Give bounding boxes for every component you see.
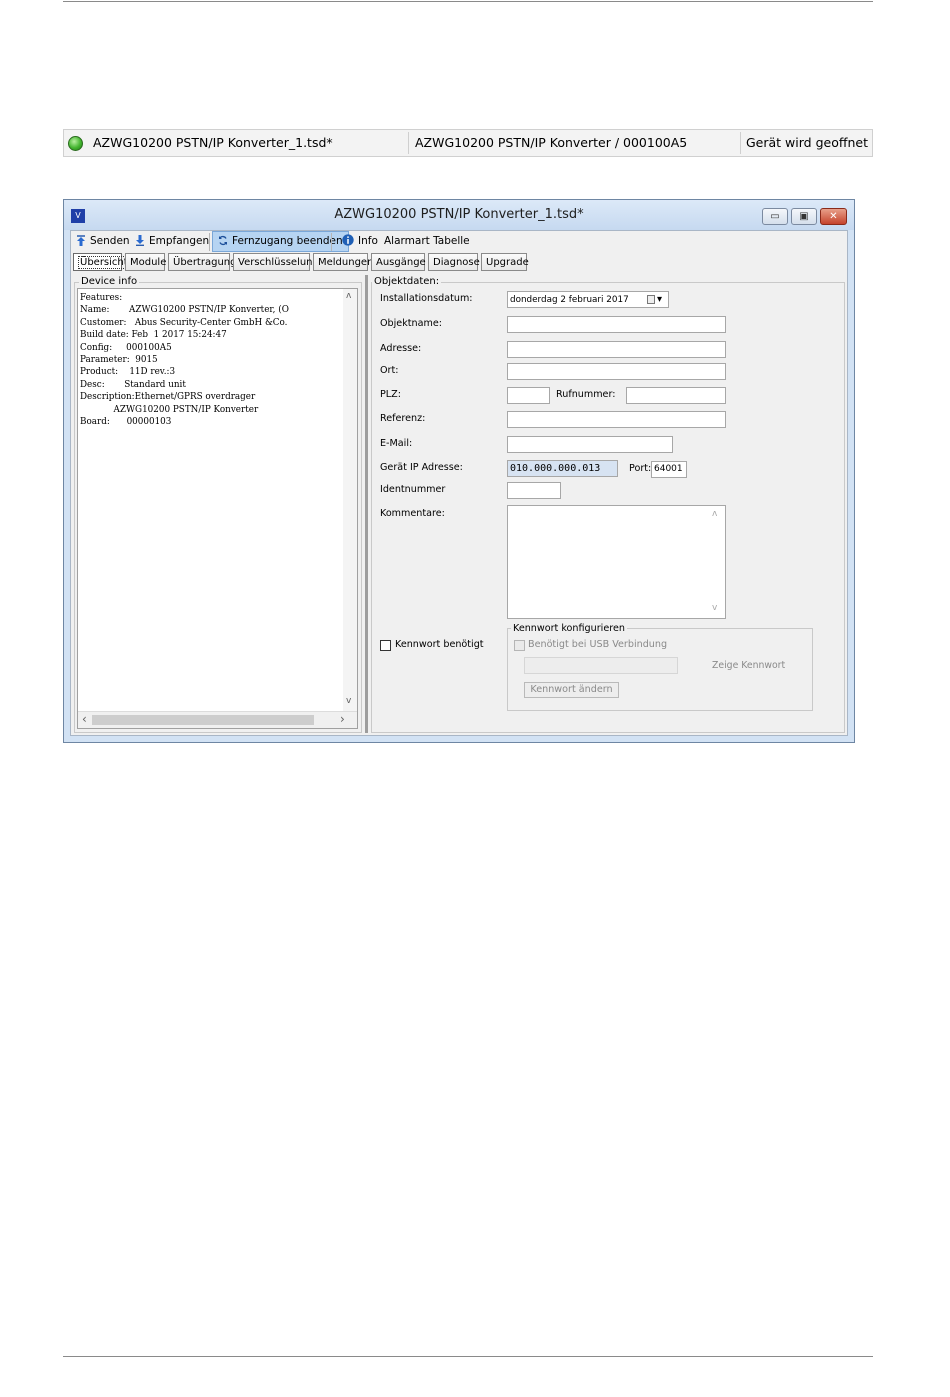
status-device: AZWG10200 PSTN/IP Konverter / 000100A5	[415, 135, 688, 150]
object-name-label: Objektname:	[380, 318, 442, 329]
city-field[interactable]	[507, 363, 726, 380]
object-name-field[interactable]	[507, 316, 726, 333]
scroll-left-icon[interactable]: ‹	[82, 712, 87, 726]
tab-verschluesselung[interactable]: Verschlüsselung	[233, 253, 319, 271]
info-button[interactable]: Info	[342, 231, 378, 252]
ident-number-field[interactable]	[507, 482, 561, 499]
tab-uebersicht[interactable]: Übersicht	[73, 253, 130, 271]
usb-required-checkbox[interactable]	[514, 640, 525, 651]
bottom-rule	[63, 1356, 873, 1357]
tab-uebertragung[interactable]: Übertragung	[168, 253, 236, 271]
ip-address-label: Gerät IP Adresse:	[380, 462, 463, 473]
alarm-table-button[interactable]: Alarmart Tabelle	[384, 231, 470, 252]
toolbar-separator	[209, 233, 210, 251]
phone-field[interactable]	[626, 387, 726, 404]
password-config-title: Kennwort konfigurieren	[511, 623, 627, 634]
tab-meldungen[interactable]: Meldungen	[313, 253, 373, 271]
address-field[interactable]	[507, 341, 726, 358]
usb-required-label: Benötigt bei USB Verbindung	[528, 639, 668, 650]
object-data-title: Objektdaten:	[372, 276, 442, 287]
receive-button[interactable]: Empfangen	[135, 231, 209, 252]
calendar-icon	[647, 295, 655, 304]
install-date-value: donderdag 2 februari 2017	[510, 295, 629, 305]
tab-module[interactable]: Module	[125, 253, 166, 271]
device-info-panel: Features: Name: AZWG10200 PSTN/IP Konver…	[77, 288, 358, 729]
tab-upgrade[interactable]: Upgrade	[481, 253, 529, 271]
password-required-label: Kennwort benötigt	[395, 639, 484, 650]
vertical-scrollbar[interactable]: ʌ v	[343, 289, 357, 712]
phone-label: Rufnummer:	[556, 389, 616, 400]
top-rule	[63, 1, 873, 2]
receive-label: Empfangen	[149, 235, 210, 247]
comments-textarea[interactable]: ʌ v	[507, 505, 726, 619]
zip-field[interactable]	[507, 387, 550, 404]
title-bar[interactable]: V AZWG10200 PSTN/IP Konverter_1.tsd* ▭ ▣…	[64, 200, 854, 230]
panel-splitter[interactable]	[365, 275, 368, 733]
status-bar: AZWG10200 PSTN/IP Konverter_1.tsd* AZWG1…	[63, 129, 873, 157]
window-client: Senden Empfangen Fernzugang beenden Info…	[70, 230, 848, 736]
city-label: Ort:	[380, 365, 399, 376]
horizontal-scrollbar[interactable]: ‹ ›	[78, 711, 357, 728]
scroll-up-icon[interactable]: ʌ	[346, 291, 351, 301]
scroll-down-icon[interactable]: v	[346, 696, 351, 706]
toolbar: Senden Empfangen Fernzugang beenden Info…	[71, 231, 847, 253]
end-remote-label: Fernzugang beenden	[232, 235, 343, 247]
refresh-icon	[219, 235, 227, 246]
toolbar-separator	[331, 233, 332, 251]
horizontal-scroll-thumb[interactable]	[92, 715, 314, 725]
password-field[interactable]	[524, 657, 678, 674]
ip-address-field[interactable]: 010.000.000.013	[507, 460, 618, 477]
reference-label: Referenz:	[380, 413, 426, 424]
info-label: Info	[358, 235, 378, 247]
install-date-label: Installationsdatum:	[380, 293, 473, 304]
window-title: AZWG10200 PSTN/IP Konverter_1.tsd*	[334, 207, 584, 222]
tab-ausgaenge[interactable]: Ausgänge	[371, 253, 426, 271]
comments-scroll-up-icon[interactable]: ʌ	[712, 507, 717, 522]
tab-diagnose[interactable]: Diagnose	[428, 253, 480, 271]
port-field[interactable]: 64001	[651, 461, 687, 478]
address-label: Adresse:	[380, 343, 422, 354]
send-button[interactable]: Senden	[76, 231, 130, 252]
chevron-down-icon: ▾	[657, 294, 663, 305]
device-info-title: Device info	[79, 276, 140, 287]
close-button[interactable]: ✕	[820, 208, 847, 225]
status-file-name: AZWG10200 PSTN/IP Konverter_1.tsd*	[93, 135, 333, 150]
change-password-button[interactable]: Kennwort ändern	[524, 682, 619, 698]
send-label: Senden	[90, 235, 130, 247]
maximize-button[interactable]: ▣	[791, 208, 817, 225]
password-required-checkbox[interactable]	[380, 640, 391, 651]
status-divider	[740, 132, 741, 154]
email-field[interactable]	[507, 436, 673, 453]
zip-label: PLZ:	[380, 389, 401, 400]
end-remote-button[interactable]: Fernzugang beenden	[212, 231, 349, 252]
status-text: Gerät wird geoffnet	[746, 135, 868, 150]
device-info-text: Features: Name: AZWG10200 PSTN/IP Konver…	[80, 293, 289, 428]
download-icon	[136, 235, 144, 246]
reference-field[interactable]	[507, 411, 726, 428]
show-password-label[interactable]: Zeige Kennwort	[712, 660, 785, 671]
port-label: Port:	[629, 463, 652, 474]
email-label: E-Mail:	[380, 438, 413, 449]
upload-icon	[77, 235, 85, 246]
minimize-button[interactable]: ▭	[762, 208, 788, 225]
ident-number-label: Identnummer	[380, 484, 446, 495]
app-window: V AZWG10200 PSTN/IP Konverter_1.tsd* ▭ ▣…	[63, 199, 855, 743]
install-date-picker[interactable]: donderdag 2 februari 2017 ▾	[507, 291, 669, 308]
scroll-right-icon[interactable]: ›	[340, 712, 345, 726]
status-divider	[408, 132, 409, 154]
status-led-icon	[68, 136, 83, 151]
comments-label: Kommentare:	[380, 508, 445, 519]
comments-scroll-down-icon[interactable]: v	[712, 601, 717, 616]
tab-label: Übersicht	[78, 256, 130, 269]
info-icon	[342, 234, 354, 246]
